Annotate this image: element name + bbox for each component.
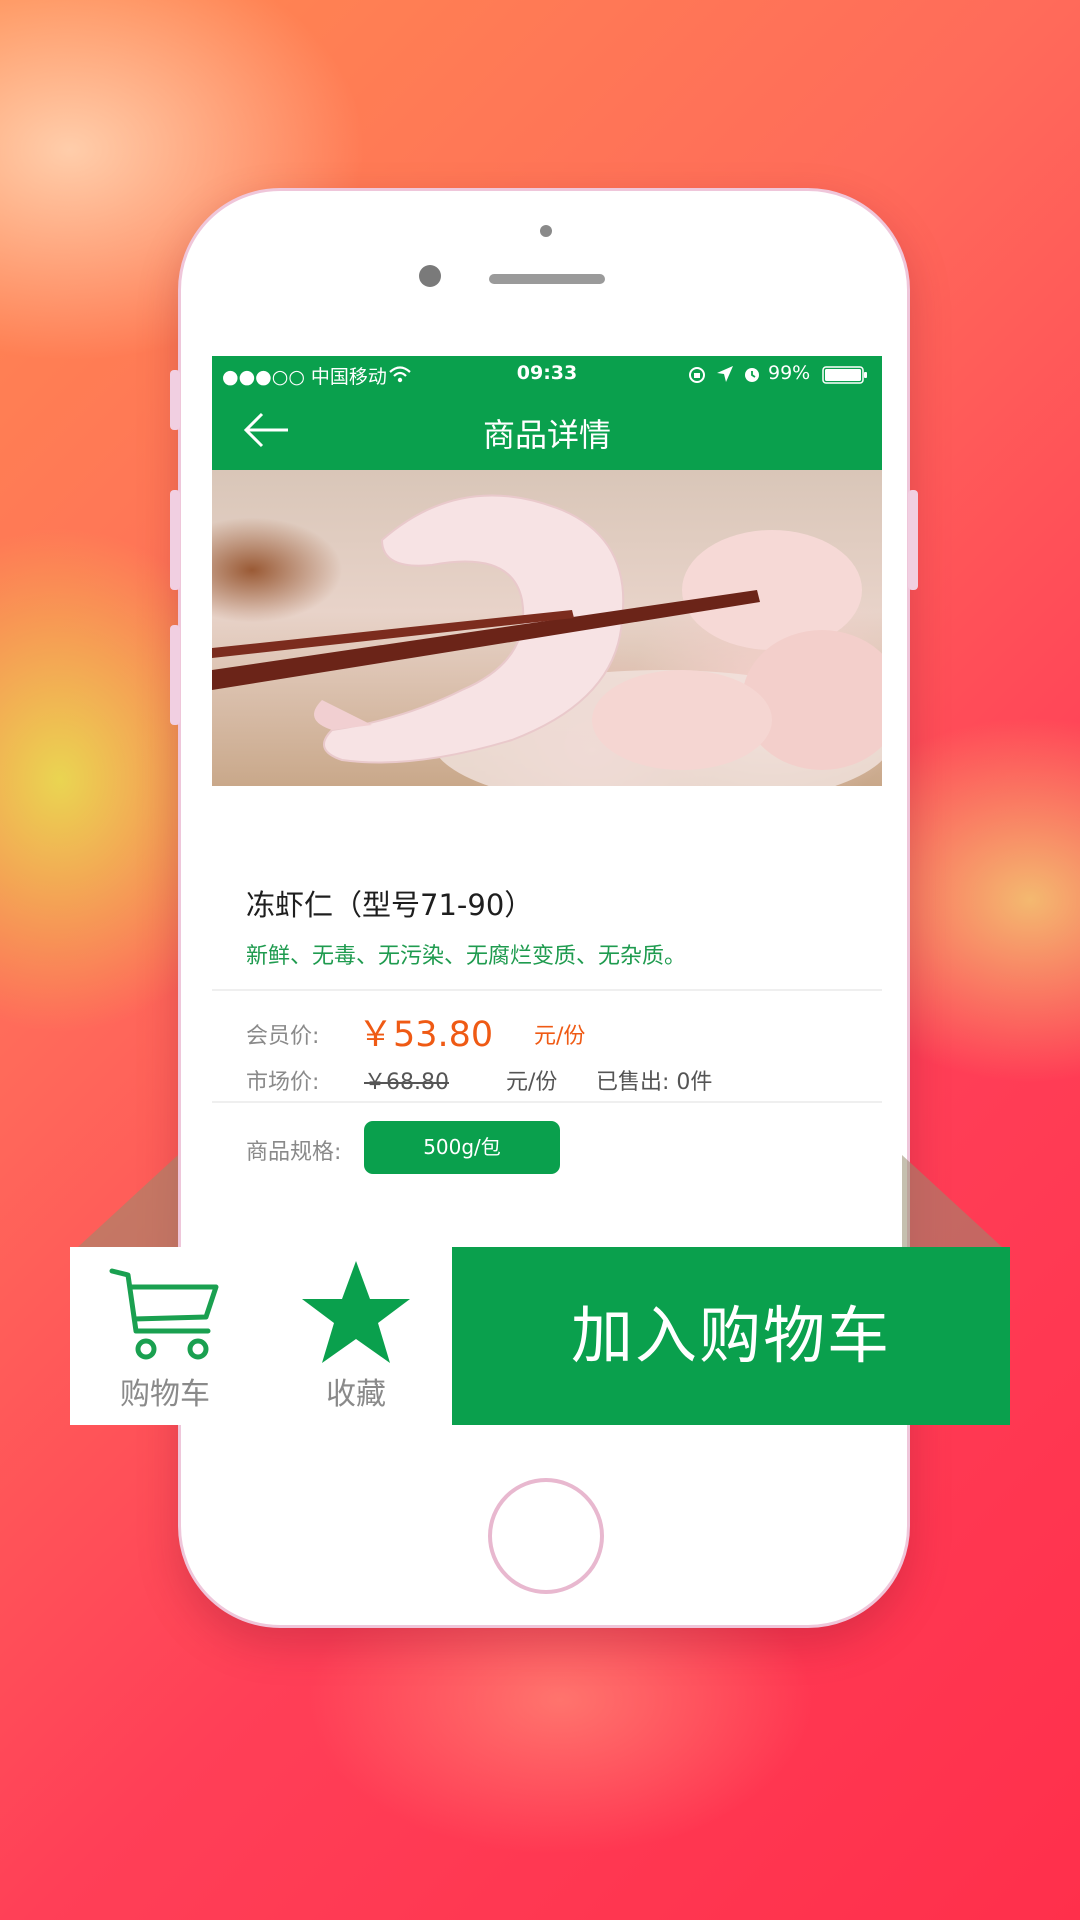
- location-icon: [717, 366, 733, 382]
- rotation-lock-icon: [689, 367, 705, 383]
- phone-power-button: [908, 490, 918, 590]
- favorite-button[interactable]: 收藏: [260, 1247, 452, 1425]
- market-price-unit: 元/份: [506, 1070, 558, 1095]
- shopping-cart-icon: [109, 1268, 219, 1360]
- action-bar-shadow-right: [902, 1155, 1002, 1247]
- phone-mute-switch: [170, 370, 180, 430]
- member-price-unit: 元/份: [534, 1024, 586, 1049]
- alarm-icon: [745, 368, 759, 382]
- cart-button[interactable]: 购物车: [70, 1247, 260, 1425]
- member-price-label: 会员价:: [246, 1024, 320, 1049]
- nav-bar: 商品详情: [212, 392, 882, 470]
- spec-option-button[interactable]: 500g/包: [364, 1121, 560, 1174]
- sold-count: 已售出: 0件: [596, 1070, 713, 1095]
- phone-front-camera: [419, 265, 441, 287]
- favorite-label: 收藏: [326, 1377, 386, 1412]
- star-icon: [302, 1261, 410, 1363]
- market-price-label: 市场价:: [246, 1070, 320, 1095]
- page-title: 商品详情: [482, 416, 611, 454]
- phone-home-button[interactable]: [488, 1478, 604, 1594]
- app-screen: ●●●○○ 中国移动 09:33 99% 商品详情 冻虾仁（型号71-90） 新…: [212, 356, 882, 1176]
- product-image-carousel[interactable]: [212, 470, 882, 786]
- phone-volume-up: [170, 490, 180, 590]
- phone-volume-down: [170, 625, 180, 725]
- battery-percent: 99%: [768, 362, 811, 384]
- divider: [212, 989, 882, 991]
- add-to-cart-button[interactable]: 加入购物车: [452, 1247, 1010, 1425]
- divider: [212, 1101, 882, 1103]
- battery-icon: [822, 366, 867, 384]
- member-price: ￥53.80: [358, 1015, 494, 1055]
- cart-label: 购物车: [120, 1377, 210, 1412]
- spec-label: 商品规格:: [246, 1140, 342, 1165]
- product-image: [212, 494, 882, 786]
- market-price: ￥68.80: [364, 1070, 449, 1095]
- product-title: 冻虾仁（型号71-90）: [246, 888, 534, 922]
- action-bar-left: 购物车 收藏: [70, 1247, 452, 1425]
- product-description: 新鲜、无毒、无污染、无腐烂变质、无杂质。: [246, 944, 687, 969]
- phone-sensor: [540, 225, 552, 237]
- action-bar-shadow-left: [78, 1155, 178, 1247]
- status-bar: ●●●○○ 中国移动 09:33 99%: [212, 356, 882, 392]
- phone-speaker: [489, 274, 605, 284]
